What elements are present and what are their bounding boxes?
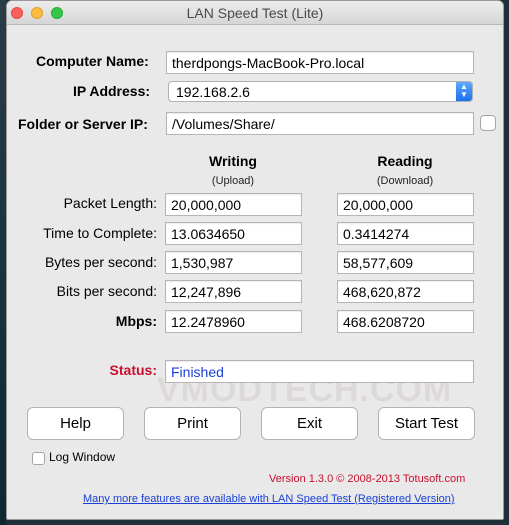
writing-mbps-value: 12.2478960 [165,310,302,333]
status-value: Finished [165,360,474,383]
bits-per-second-label: Bits per second: [56,283,157,299]
writing-time-value: 13.0634650 [165,222,302,245]
start-test-button[interactable]: Start Test [378,407,475,440]
writing-packet-length-value: 20,000,000 [165,193,302,216]
folder-browse-checkbox[interactable] [480,115,496,131]
registered-version-link[interactable]: Many more features are available with LA… [83,493,455,505]
version-text: Version 1.3.0 © 2008-2013 Totusoft.com [269,473,466,485]
updown-chevron-icon: ▲ ▼ [456,82,472,101]
time-to-complete-label: Time to Complete: [43,225,157,241]
reading-bytes-value: 58,577,609 [337,251,474,274]
writing-bits-value: 12,247,896 [165,280,302,303]
window-title: LAN Speed Test (Lite) [186,5,324,21]
reading-header: Reading [377,153,433,169]
help-button[interactable]: Help [27,407,124,440]
reading-mbps-value: 468.6208720 [337,310,474,333]
computer-name-label: Computer Name: [36,53,149,69]
bytes-per-second-label: Bytes per second: [44,254,157,270]
log-window-checkbox[interactable] [32,452,45,465]
status-label: Status: [109,362,157,378]
exit-button[interactable]: Exit [261,407,358,440]
writing-header: Writing [209,153,257,169]
mbps-label: Mbps: [115,313,157,329]
app-window: LAN Speed Test (Lite) VMODTECH.COM Compu… [6,0,504,520]
computer-name-field[interactable]: therdpongs-MacBook-Pro.local [166,51,474,74]
writing-bytes-value: 1,530,987 [165,251,302,274]
reading-packet-length-value: 20,000,000 [337,193,474,216]
reading-subheader: (Download) [376,175,434,187]
log-window-label[interactable]: Log Window [49,450,115,464]
writing-subheader: (Upload) [211,175,255,187]
packet-length-label: Packet Length: [63,195,157,211]
folder-server-ip-label: Folder or Server IP: [18,116,148,132]
print-button[interactable]: Print [144,407,241,440]
reading-bits-value: 468,620,872 [337,280,474,303]
ip-address-value: 192.168.2.6 [176,84,250,100]
ip-address-label: IP Address: [73,83,151,99]
ip-address-select[interactable]: 192.168.2.6 ▲ ▼ [168,81,473,102]
folder-server-ip-field[interactable]: /Volumes/Share/ [166,112,474,135]
reading-time-value: 0.3414274 [337,222,474,245]
title-bar: LAN Speed Test (Lite) [7,1,503,25]
